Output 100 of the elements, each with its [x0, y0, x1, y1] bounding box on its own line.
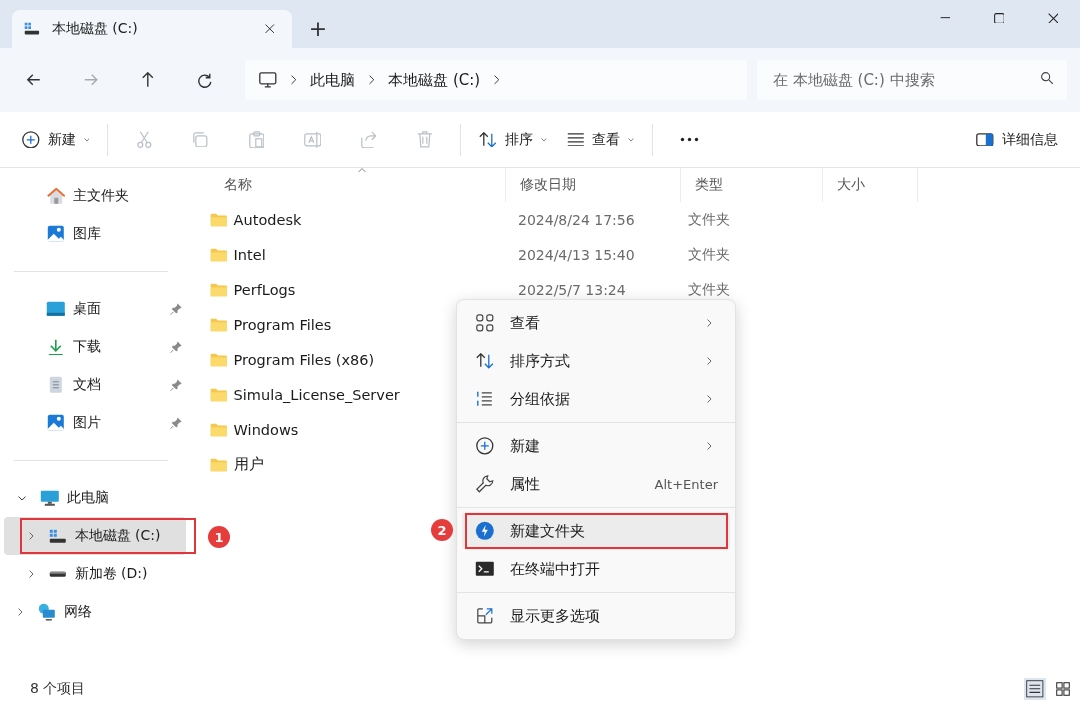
- menu-item[interactable]: 排序方式: [462, 342, 730, 380]
- folder-icon: [210, 457, 228, 472]
- list-lines-icon: [566, 132, 585, 147]
- file-name[interactable]: 用户: [233, 455, 264, 474]
- monitor-icon: [259, 72, 277, 88]
- details-pane-icon: [976, 132, 994, 147]
- folder-icon: [210, 387, 228, 402]
- sidebar-item[interactable]: 图库: [4, 215, 186, 253]
- toolbar-dropdown[interactable]: 排序: [469, 121, 557, 158]
- network-icon: [37, 603, 56, 621]
- chevron-right-icon: [494, 75, 500, 85]
- menu-item[interactable]: 新建: [462, 427, 730, 465]
- item-count: 8 个项目: [30, 680, 86, 698]
- sidebar-item[interactable]: 文档: [4, 366, 186, 404]
- view-toggle-button[interactable]: [1024, 678, 1046, 700]
- sidebar-item[interactable]: 下载: [4, 328, 186, 366]
- drive-icon: [48, 570, 67, 578]
- minimize-icon: [939, 17, 951, 19]
- step-badge: 1: [208, 526, 230, 548]
- sidebar-item[interactable]: 此电脑: [4, 479, 186, 517]
- date-cell: 2024/8/24 17:56: [518, 211, 635, 228]
- search-field[interactable]: 在 本地磁盘 (C:) 中搜索: [757, 60, 1067, 100]
- picture-icon: [47, 225, 65, 243]
- folder-icon: [210, 352, 228, 367]
- caret-down-icon: [628, 137, 635, 142]
- file-name[interactable]: Windows: [233, 421, 299, 438]
- sidebar-item[interactable]: 新加卷 (D:): [4, 555, 186, 593]
- sidebar-item[interactable]: 图片: [4, 404, 186, 442]
- date-cell: 2024/4/13 15:40: [518, 246, 635, 263]
- file-name[interactable]: Intel: [233, 246, 266, 263]
- folder-icon: [210, 247, 228, 262]
- tab-title: 本地磁盘 (C:): [51, 20, 139, 38]
- forward-arrow-icon: [84, 74, 98, 86]
- column-header[interactable]: 名称: [210, 168, 506, 202]
- chevron-right-icon: [368, 75, 375, 85]
- column-header[interactable]: 类型: [681, 168, 823, 202]
- date-cell: 2022/5/7 13:24: [518, 281, 626, 298]
- sidebar-item[interactable]: 主文件夹: [4, 177, 186, 215]
- file-name[interactable]: Program Files: [233, 316, 332, 333]
- caret-down-icon: [83, 137, 90, 142]
- breadcrumb-item[interactable]: 此电脑: [309, 70, 355, 90]
- details-button[interactable]: 详细信息: [966, 121, 1068, 158]
- wrench-icon: [476, 475, 494, 493]
- menu-item[interactable]: 查看: [462, 304, 730, 342]
- chevron-right-icon[interactable]: [29, 569, 34, 579]
- column-header[interactable]: 大小: [823, 168, 918, 202]
- sort-arrows-icon: [479, 131, 497, 148]
- new-tab-button[interactable]: +: [300, 10, 336, 46]
- rename-icon: [303, 130, 322, 149]
- share-icon: [360, 130, 377, 149]
- folder-icon: [210, 422, 228, 437]
- back-arrow-icon: [27, 74, 41, 86]
- folder-icon: [210, 282, 228, 297]
- scissors-icon: [137, 130, 152, 149]
- type-cell: 文件夹: [688, 210, 730, 229]
- grid-icon: [476, 314, 494, 332]
- chevron-right-icon: [290, 75, 296, 85]
- computer-icon: [40, 489, 60, 507]
- chevron-right-icon: [707, 394, 712, 404]
- trash-icon: [416, 131, 433, 148]
- file-name[interactable]: Simula_License_Server: [233, 386, 400, 403]
- file-name[interactable]: PerfLogs: [233, 281, 296, 298]
- open-external-icon: [477, 608, 493, 624]
- picture-icon: [47, 414, 65, 432]
- app-icon: [475, 521, 495, 541]
- toolbar-dropdown[interactable]: 查看: [556, 121, 645, 158]
- menu-item[interactable]: 在终端中打开: [462, 550, 730, 588]
- drive-icon: [48, 528, 67, 544]
- copy-icon: [193, 131, 208, 148]
- sort-caret-icon: [357, 168, 366, 173]
- tiles-view-icon: [1056, 682, 1070, 696]
- step-badge: 2: [431, 519, 453, 541]
- chevron-right-icon: [707, 356, 712, 366]
- terminal-icon: [475, 561, 495, 577]
- folder-icon: [210, 212, 228, 227]
- search-icon[interactable]: [1040, 72, 1053, 85]
- chevron-down-icon[interactable]: [18, 495, 27, 501]
- column-header[interactable]: 修改日期: [506, 168, 681, 202]
- toolbar-dropdown[interactable]: 新建: [12, 121, 100, 158]
- close-icon: [265, 24, 275, 34]
- chevron-right-icon[interactable]: [29, 531, 34, 541]
- menu-item[interactable]: 分组依据: [462, 380, 730, 418]
- menu-item[interactable]: 属性 Alt+Enter: [462, 465, 730, 503]
- grouped-list-icon: [477, 391, 493, 407]
- plus-circle-icon: [476, 437, 494, 455]
- sidebar-item[interactable]: 网络: [4, 593, 186, 631]
- menu-item[interactable]: 显示更多选项: [462, 597, 730, 635]
- window-tab[interactable]: 本地磁盘 (C:): [12, 10, 292, 48]
- chevron-right-icon[interactable]: [18, 607, 23, 617]
- maximize-icon: [993, 12, 1005, 24]
- file-name[interactable]: Autodesk: [233, 211, 302, 228]
- document-icon: [49, 376, 63, 394]
- sidebar-item[interactable]: 桌面: [4, 290, 186, 328]
- breadcrumb-item[interactable]: 本地磁盘 (C:): [388, 70, 481, 90]
- sort-arrows-icon: [476, 353, 494, 369]
- download-arrow-icon: [48, 338, 64, 356]
- file-name[interactable]: Program Files (x86): [233, 351, 375, 368]
- house-icon: [46, 187, 66, 205]
- up-arrow-icon: [142, 72, 154, 88]
- address-bar[interactable]: 此电脑 本地磁盘 (C:): [245, 60, 747, 100]
